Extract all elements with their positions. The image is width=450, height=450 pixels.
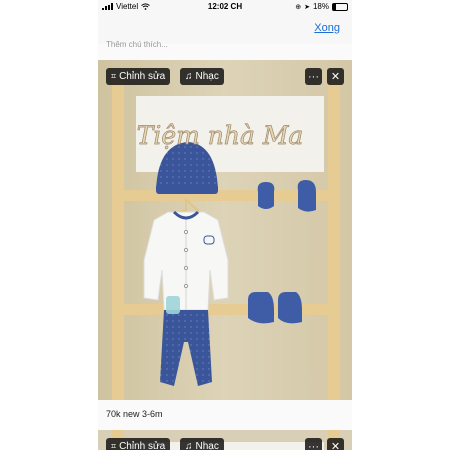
crop-icon: ⌗ <box>111 71 117 81</box>
close-icon: ✕ <box>330 71 341 83</box>
sign-text: Tiệm nhà Ma <box>137 121 304 150</box>
phone-screen: Viettel 12:02 CH ⊕ ➤ 18% Xong Thêm chú t… <box>98 0 352 450</box>
more-icon: ··· <box>308 440 319 450</box>
battery-percent: 18% <box>312 2 329 11</box>
orientation-lock-icon: ⊕ <box>295 3 302 11</box>
photo-caption: 70k new 3-6m <box>106 409 163 419</box>
location-icon: ➤ <box>304 3 310 11</box>
edit-button[interactable]: ⌗ Chỉnh sửa <box>106 68 171 85</box>
more-button[interactable]: ··· <box>305 68 322 85</box>
close-button-2[interactable]: ✕ <box>327 438 344 450</box>
baby-outfit-photo: Tiệm nhà Ma <box>98 60 352 400</box>
close-button[interactable]: ✕ <box>327 68 344 85</box>
music-button-2[interactable]: ♫ Nhạc <box>180 438 224 450</box>
close-icon: ✕ <box>330 441 341 450</box>
status-right: ⊕ ➤ 18% <box>295 2 348 11</box>
caption-placeholder-row[interactable]: Thêm chú thích... <box>98 40 352 60</box>
battery-icon <box>332 2 348 11</box>
photo-preview[interactable]: Tiệm nhà Ma <box>98 60 352 400</box>
done-button[interactable]: Xong <box>314 22 340 34</box>
status-bar: Viettel 12:02 CH ⊕ ➤ 18% <box>98 0 352 14</box>
music-icon: ♫ <box>185 71 193 82</box>
edit-label: Chỉnh sửa <box>119 71 166 82</box>
music-icon: ♫ <box>185 441 193 450</box>
music-label: Nhạc <box>195 71 219 82</box>
music-button[interactable]: ♫ Nhạc <box>180 68 224 85</box>
edit-button-2[interactable]: ⌗ Chỉnh sửa <box>106 438 171 450</box>
photo-caption-row[interactable]: 70k new 3-6m <box>98 400 352 430</box>
edit-label-2: Chỉnh sửa <box>119 441 166 450</box>
music-label-2: Nhạc <box>195 441 219 450</box>
more-button-2[interactable]: ··· <box>305 438 322 450</box>
caption-placeholder: Thêm chú thích... <box>106 40 168 49</box>
more-icon: ··· <box>308 70 319 83</box>
crop-icon: ⌗ <box>111 441 117 450</box>
